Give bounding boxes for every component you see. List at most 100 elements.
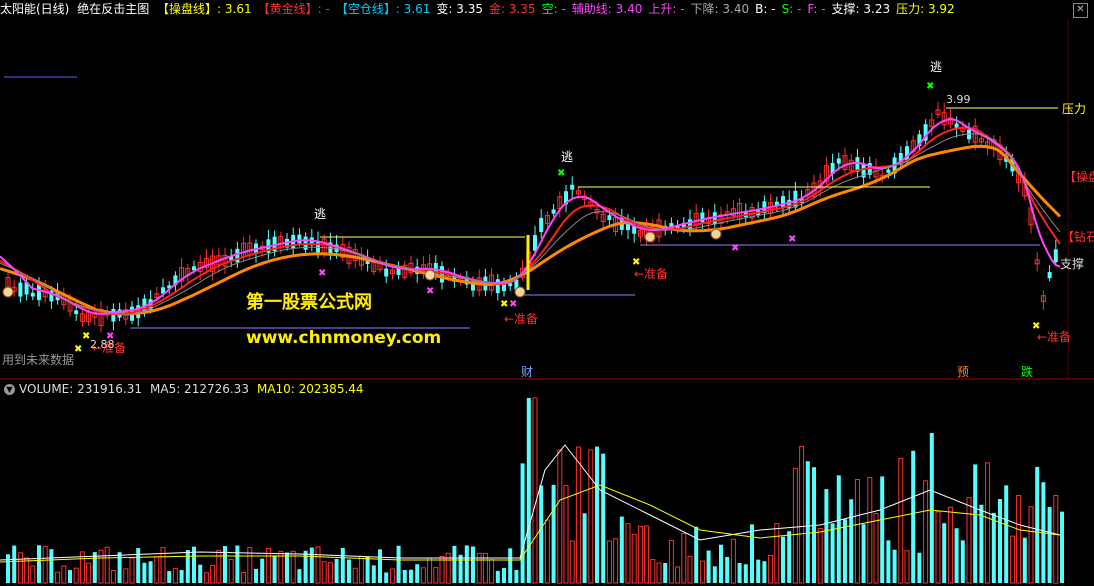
volume-chart[interactable] xyxy=(0,380,1094,586)
volume-bar xyxy=(471,546,475,583)
indicator-item: 【黄金线】: - xyxy=(257,2,330,16)
watermark-line2: www.chnmoney.com xyxy=(246,328,441,348)
volume-bar xyxy=(750,524,754,583)
volume-bar xyxy=(365,556,370,583)
volume-bar xyxy=(167,571,172,583)
indicator-item: S: - xyxy=(781,2,802,16)
volume-bar xyxy=(551,484,556,583)
candle-body xyxy=(836,158,841,164)
escape-label-1: 逃 xyxy=(314,207,326,221)
candle-body xyxy=(886,169,891,173)
volume-bar xyxy=(223,546,227,583)
volume-bar xyxy=(1047,507,1052,583)
volume-bar xyxy=(347,559,351,583)
indicator-item: 空: - xyxy=(541,2,566,16)
volume-bar xyxy=(880,476,885,583)
volume-bar xyxy=(1060,511,1064,583)
volume-bar xyxy=(1022,537,1027,583)
candle-body xyxy=(1047,272,1052,279)
volume-bar xyxy=(960,540,965,583)
indicator-item: 【空仓线】: 3.61 xyxy=(335,2,431,16)
cross-marker: ✖ xyxy=(788,234,796,245)
volume-bar xyxy=(117,552,122,583)
price-chart[interactable]: ✖✖✖✖✖✖✖✖✖✖✖✖✖ 第一股票公式网 www.chnmoney.com 逃… xyxy=(0,0,1094,380)
volume-ma10: MA10: 202385.44 xyxy=(256,382,364,396)
prepare-label-4: ←准备 xyxy=(1037,330,1071,344)
volume-bar xyxy=(663,563,668,583)
volume-bar xyxy=(1004,485,1009,583)
volume-label: VOLUME: 231916.31 xyxy=(19,382,142,396)
chevron-down-icon[interactable]: ▼ xyxy=(4,384,15,395)
volume-bar xyxy=(415,564,420,583)
indicator-item: F: - xyxy=(807,2,826,16)
watermark-line1: 第一股票公式网 xyxy=(246,291,372,313)
volume-bar xyxy=(843,519,847,583)
cross-marker: ✖ xyxy=(318,268,326,279)
money-bag-icon xyxy=(2,286,14,298)
yu-marker: 预 xyxy=(957,365,969,379)
low-price-label: 2.88 xyxy=(90,338,115,351)
volume-bar xyxy=(756,559,761,583)
volume-bar xyxy=(520,463,525,583)
volume-bar xyxy=(743,564,748,583)
volume-bar xyxy=(836,475,841,583)
candle-body xyxy=(607,215,612,221)
volume-bar xyxy=(849,499,854,583)
indicator-item: 下降: 3.40 xyxy=(690,2,750,16)
candle-body xyxy=(18,282,23,297)
candle-body xyxy=(74,310,79,315)
volume-bar xyxy=(254,568,258,583)
volume-bar xyxy=(464,545,469,583)
cross-marker: ✖ xyxy=(926,81,934,92)
volume-bar xyxy=(136,548,141,583)
volume-bar xyxy=(49,549,54,583)
die-marker: 跌 xyxy=(1021,364,1033,379)
volume-bar xyxy=(235,545,240,583)
volume-bar xyxy=(502,567,506,583)
volume-header: ▼ VOLUME: 231916.31 MA5: 212726.33 MA10: 20… xyxy=(4,381,364,397)
candle-body xyxy=(533,235,537,251)
volume-bar xyxy=(886,540,891,583)
volume-bar xyxy=(781,536,785,583)
volume-bar xyxy=(539,485,544,583)
volume-bar xyxy=(179,570,184,583)
zhuanshi-tag: 【钻石 xyxy=(1062,229,1094,244)
volume-bar xyxy=(378,549,382,583)
escape-label-3: 逃 xyxy=(930,60,942,74)
volume-bar xyxy=(824,489,829,583)
volume-bar xyxy=(595,446,599,583)
volume-bar xyxy=(297,569,302,583)
candle-body xyxy=(781,196,785,208)
close-icon[interactable]: ✕ xyxy=(1073,3,1088,18)
volume-bar xyxy=(409,569,413,583)
volume-bar xyxy=(1035,466,1040,583)
volume-bar xyxy=(402,569,407,583)
volume-bar xyxy=(706,550,711,583)
volume-bar xyxy=(12,545,17,583)
indicator-item: 变: 3.35 xyxy=(436,2,483,16)
volume-bar xyxy=(619,516,624,583)
cross-marker: ✖ xyxy=(557,168,565,179)
volume-bar xyxy=(929,433,934,583)
cross-marker: ✖ xyxy=(509,299,517,310)
future-data-note: 用到未来数据 xyxy=(2,352,74,367)
candle-body xyxy=(111,308,116,322)
volume-bar xyxy=(142,562,147,583)
candle-body xyxy=(30,292,35,297)
stock-title[interactable]: 太阳能(日线) xyxy=(0,2,69,16)
high-price-label: 3.99 xyxy=(946,93,971,106)
volume-bar xyxy=(495,570,500,583)
volume-bar xyxy=(917,552,922,583)
indicator-item: B: - xyxy=(755,2,776,16)
volume-bar xyxy=(712,566,717,583)
indicator-item: 辅助线: 3.40 xyxy=(571,2,643,16)
volume-bar xyxy=(37,545,41,583)
volume-bar xyxy=(830,523,835,583)
volume-bar xyxy=(371,565,376,583)
volume-bar xyxy=(694,526,699,583)
volume-bar xyxy=(198,564,203,583)
volume-bar xyxy=(514,569,519,583)
volume-bar xyxy=(787,531,792,583)
candle-body xyxy=(384,268,389,277)
indicator-name[interactable]: 绝在反击主图 xyxy=(77,2,149,16)
